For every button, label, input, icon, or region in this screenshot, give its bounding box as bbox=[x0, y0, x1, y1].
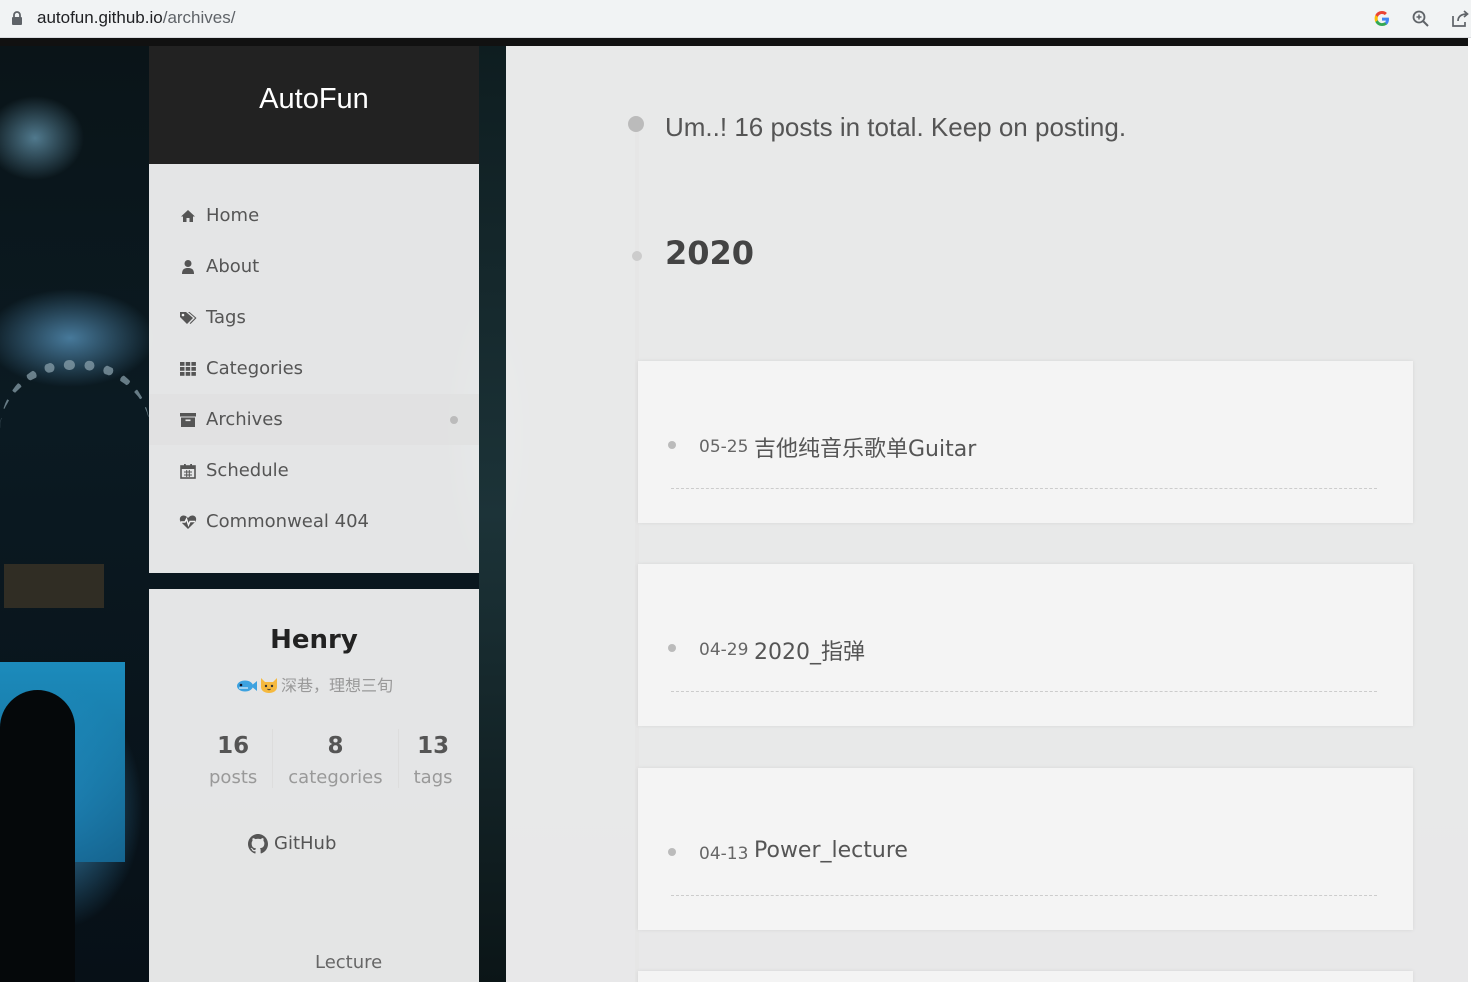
site-brand[interactable]: AutoFun bbox=[149, 46, 479, 164]
stat-posts[interactable]: 16 posts bbox=[194, 729, 272, 788]
site-stats: 16 posts 8 categories 13 tags bbox=[194, 729, 468, 788]
post-divider bbox=[671, 895, 1377, 896]
background-silhouette bbox=[0, 690, 75, 982]
menu-item-about[interactable]: About bbox=[149, 241, 479, 292]
github-label: GitHub bbox=[274, 833, 337, 854]
post-item[interactable]: 04-13 Power_lecture bbox=[638, 768, 1413, 930]
address-bar[interactable]: autofun.github.io/archives/ bbox=[37, 7, 235, 29]
post-date: 04-13 bbox=[699, 844, 749, 864]
author-name: Henry bbox=[270, 625, 358, 655]
share-icon[interactable] bbox=[1450, 9, 1470, 29]
background-band bbox=[0, 38, 1471, 46]
post-dot bbox=[668, 441, 676, 449]
menu-item-label: Categories bbox=[206, 358, 304, 379]
menu-item-label: Tags bbox=[206, 307, 246, 328]
author-profile: Henry 深巷，理想三旬 16 posts 8 categories 13 t… bbox=[149, 589, 479, 982]
archive-year: 2020 bbox=[665, 234, 755, 272]
menu-item-commonweal[interactable]: Commonweal 404 bbox=[149, 496, 479, 547]
github-link[interactable]: GitHub bbox=[248, 833, 336, 854]
post-date: 04-29 bbox=[699, 640, 749, 660]
stat-label: categories bbox=[288, 767, 383, 788]
home-icon bbox=[179, 207, 197, 225]
post-divider bbox=[671, 691, 1377, 692]
sidebar-menu: Home About Tags Categories Archives Sche… bbox=[149, 164, 479, 573]
site-title[interactable]: AutoFun bbox=[259, 83, 369, 116]
calendar-icon bbox=[179, 462, 197, 480]
menu-item-label: Schedule bbox=[206, 460, 289, 481]
heartbeat-icon bbox=[179, 513, 197, 531]
archive-intro: Um..! 16 posts in total. Keep on posting… bbox=[665, 112, 1127, 142]
timeline-intro-dot bbox=[628, 116, 644, 132]
menu-item-tags[interactable]: Tags bbox=[149, 292, 479, 343]
fish-icon bbox=[235, 678, 257, 698]
cat-icon bbox=[259, 676, 279, 698]
post-item-partial[interactable] bbox=[638, 971, 1413, 982]
active-indicator-dot bbox=[450, 416, 458, 424]
post-item[interactable]: 04-29 2020_指弹 bbox=[638, 564, 1413, 726]
lecture-link[interactable]: Lecture bbox=[315, 952, 382, 973]
menu-item-schedule[interactable]: Schedule bbox=[149, 445, 479, 496]
stat-categories[interactable]: 8 categories bbox=[272, 729, 397, 788]
stat-label: tags bbox=[413, 767, 453, 788]
google-icon[interactable] bbox=[1372, 9, 1392, 29]
timeline-year-dot bbox=[632, 251, 642, 261]
stat-count: 8 bbox=[327, 733, 344, 759]
post-title-link[interactable]: 2020_指弹 bbox=[754, 634, 865, 666]
post-item[interactable]: 05-25 吉他纯音乐歌单Guitar bbox=[638, 361, 1413, 523]
motto-text: 深巷，理想三旬 bbox=[280, 676, 393, 695]
github-icon bbox=[248, 833, 268, 854]
menu-item-archives[interactable]: Archives bbox=[149, 394, 479, 445]
menu-item-label: Home bbox=[206, 205, 260, 226]
menu-item-label: About bbox=[206, 256, 260, 277]
menu-item-categories[interactable]: Categories bbox=[149, 343, 479, 394]
menu-item-label: Archives bbox=[206, 409, 283, 430]
zoom-icon[interactable] bbox=[1411, 9, 1431, 29]
post-title-link[interactable]: 吉他纯音乐歌单Guitar bbox=[754, 431, 976, 463]
author-motto: 深巷，理想三旬 bbox=[149, 672, 479, 698]
post-dot bbox=[668, 848, 676, 856]
stat-label: posts bbox=[209, 767, 258, 788]
lock-icon[interactable] bbox=[11, 11, 23, 25]
post-date: 05-25 bbox=[699, 437, 749, 457]
post-dot bbox=[668, 644, 676, 652]
url-path: /archives/ bbox=[162, 8, 236, 27]
background-sign bbox=[4, 564, 104, 608]
browser-toolbar: autofun.github.io/archives/ bbox=[0, 0, 1471, 38]
post-divider bbox=[671, 488, 1377, 489]
grid-icon bbox=[179, 360, 197, 378]
user-icon bbox=[179, 258, 197, 276]
archive-icon bbox=[179, 411, 197, 429]
stat-count: 16 bbox=[217, 733, 250, 759]
menu-item-label: Commonweal 404 bbox=[206, 511, 369, 532]
tags-icon bbox=[179, 309, 197, 327]
url-host: autofun.github.io bbox=[37, 8, 163, 27]
menu-item-home[interactable]: Home bbox=[149, 190, 479, 241]
background-strip bbox=[479, 46, 506, 982]
archive-content: Um..! 16 posts in total. Keep on posting… bbox=[506, 46, 1468, 982]
post-title-link[interactable]: Power_lecture bbox=[754, 838, 908, 863]
stat-count: 13 bbox=[417, 733, 450, 759]
stat-tags[interactable]: 13 tags bbox=[397, 729, 468, 788]
